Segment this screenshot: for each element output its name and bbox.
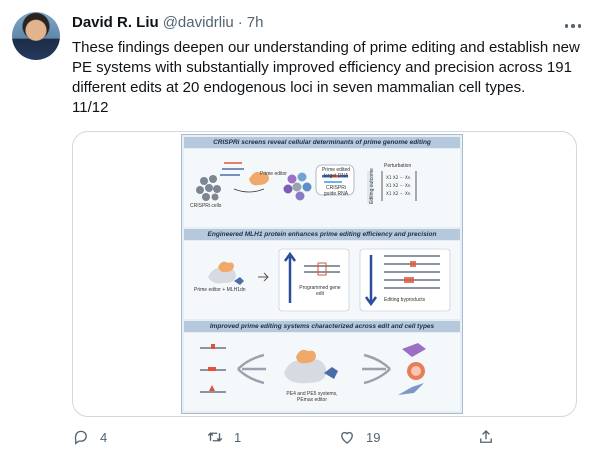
label-editing-outcome: Editing outcome xyxy=(368,168,375,204)
retweet-count: 1 xyxy=(234,429,242,445)
separator-dot: · xyxy=(237,14,243,31)
more-icon xyxy=(564,24,569,28)
tweet-media[interactable]: CRISPRi screens reveal cellular determin… xyxy=(72,131,577,417)
more-options-button[interactable] xyxy=(563,16,583,36)
like-button[interactable]: 19 xyxy=(338,428,380,446)
label-editor-plus-mlh1dn: Prime editor + MLH1dn xyxy=(194,287,246,293)
author-avatar[interactable] xyxy=(12,12,60,60)
label-editing-byproducts: Editing byproducts xyxy=(384,297,426,303)
author-display-name[interactable]: David R. Liu xyxy=(72,14,159,31)
panel3-title: Improved prime editing systems character… xyxy=(184,321,460,332)
reply-count: 4 xyxy=(100,429,108,445)
panel2: Prime editor + MLH1dn Programmed gene ed… xyxy=(184,241,460,319)
like-count: 19 xyxy=(366,429,381,445)
share-icon xyxy=(480,430,492,443)
retweet-icon xyxy=(207,432,223,442)
label-perturbation: Perturbation xyxy=(384,163,412,169)
panel1-title: CRISPRi screens reveal cellular determin… xyxy=(184,137,460,148)
tweet-text: These findings deepen our understanding … xyxy=(72,39,580,116)
panel2-title: Engineered MLH1 protein enhances prime e… xyxy=(184,229,460,240)
panel2-illustration xyxy=(208,248,451,312)
svg-text:X1 X2 ··· Xn: X1 X2 ··· Xn xyxy=(386,191,411,196)
reply-button[interactable]: 4 xyxy=(72,428,107,446)
like-icon xyxy=(341,431,353,444)
tweet-timestamp[interactable]: 7h xyxy=(247,14,264,31)
svg-text:X1 X2 ··· Xn: X1 X2 ··· Xn xyxy=(386,183,411,188)
svg-text:X1 X2 ··· Xn: X1 X2 ··· Xn xyxy=(386,175,411,180)
label-prime-editor: Prime editor xyxy=(260,171,287,177)
tweet-actions: 4 1 19 xyxy=(72,428,502,448)
author-handle[interactable]: @davidrliu xyxy=(163,14,234,31)
share-button[interactable] xyxy=(477,428,495,446)
reply-icon xyxy=(74,430,87,445)
panel3: PE4 and PE5 systems, PEmax editor xyxy=(184,333,460,411)
retweet-button[interactable]: 1 xyxy=(206,428,241,446)
label-pe-systems: PE4 and PE5 systems, PEmax editor xyxy=(286,391,338,403)
label-guide-rna: CRISPRi guide RNA xyxy=(323,185,349,197)
tweet-header: David R. Liu @davidrliu · 7h xyxy=(72,14,263,31)
label-programmed-edit: Programmed gene edit xyxy=(299,285,341,297)
label-crispri-cells: CRISPRi cells xyxy=(190,203,222,209)
panel1: X1 X2 ··· Xn X1 X2 ··· Xn X1 X2 ··· Xn P… xyxy=(184,149,460,227)
graphical-abstract: CRISPRi screens reveal cellular determin… xyxy=(181,134,463,414)
label-target-dna: Prime edited target DNA xyxy=(321,167,351,179)
